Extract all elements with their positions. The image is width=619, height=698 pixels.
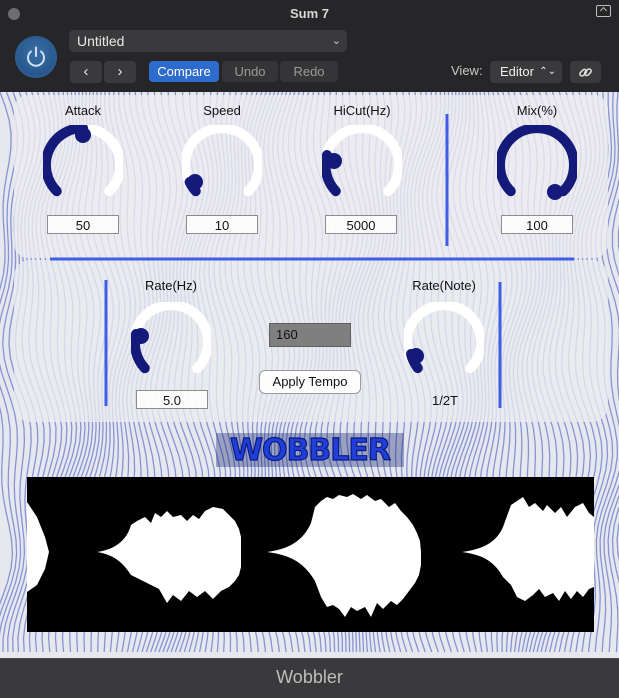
host-header: Sum 7 Untitled ⌄ ‹ › Compare Undo Redo V… [0, 0, 619, 92]
view-value: Editor [500, 64, 534, 79]
wobbler-logo: WOBBLER [210, 429, 410, 469]
view-select[interactable]: Editor ⌃⌄ [490, 61, 562, 83]
chevron-left-icon: ‹ [84, 63, 89, 80]
previous-preset-button[interactable]: ‹ [70, 61, 102, 83]
preset-name: Untitled [77, 33, 124, 49]
rate-note-label: Rate(Note) [404, 278, 484, 293]
preset-select[interactable]: Untitled ⌄ [69, 30, 347, 52]
rate-hz-knob[interactable] [131, 302, 211, 382]
rate-hz-value[interactable]: 5.0 [136, 390, 208, 409]
window-title: Sum 7 [0, 6, 619, 21]
rate-note-value: 1/2T [405, 393, 485, 408]
plugin-footer: Wobbler [0, 658, 619, 698]
waveform-display [27, 477, 594, 632]
link-button[interactable] [570, 61, 601, 83]
rate-hz-label: Rate(Hz) [131, 278, 211, 293]
power-button[interactable] [15, 36, 57, 78]
redo-button[interactable]: Redo [280, 61, 338, 82]
plugin-editor: Attack Speed HiCut(Hz) Mix(%) 50 10 5000… [0, 92, 619, 658]
chevron-right-icon: › [118, 63, 123, 80]
undo-button[interactable]: Undo [222, 61, 278, 82]
chevron-down-icon: ⌄ [332, 30, 341, 52]
apply-tempo-button[interactable]: Apply Tempo [259, 370, 361, 394]
power-icon [24, 45, 48, 69]
link-icon [578, 65, 593, 80]
tempo-input[interactable]: 160 [269, 323, 351, 347]
rate-note-knob[interactable] [404, 302, 484, 382]
next-preset-button[interactable]: › [104, 61, 136, 83]
compare-button[interactable]: Compare [149, 61, 219, 82]
view-label: View: [451, 63, 483, 78]
plugin-name: Wobbler [0, 667, 619, 688]
logo-text: WOBBLER [230, 433, 391, 468]
restore-icon[interactable] [596, 5, 611, 17]
chevron-updown-icon: ⌃⌄ [539, 61, 556, 83]
